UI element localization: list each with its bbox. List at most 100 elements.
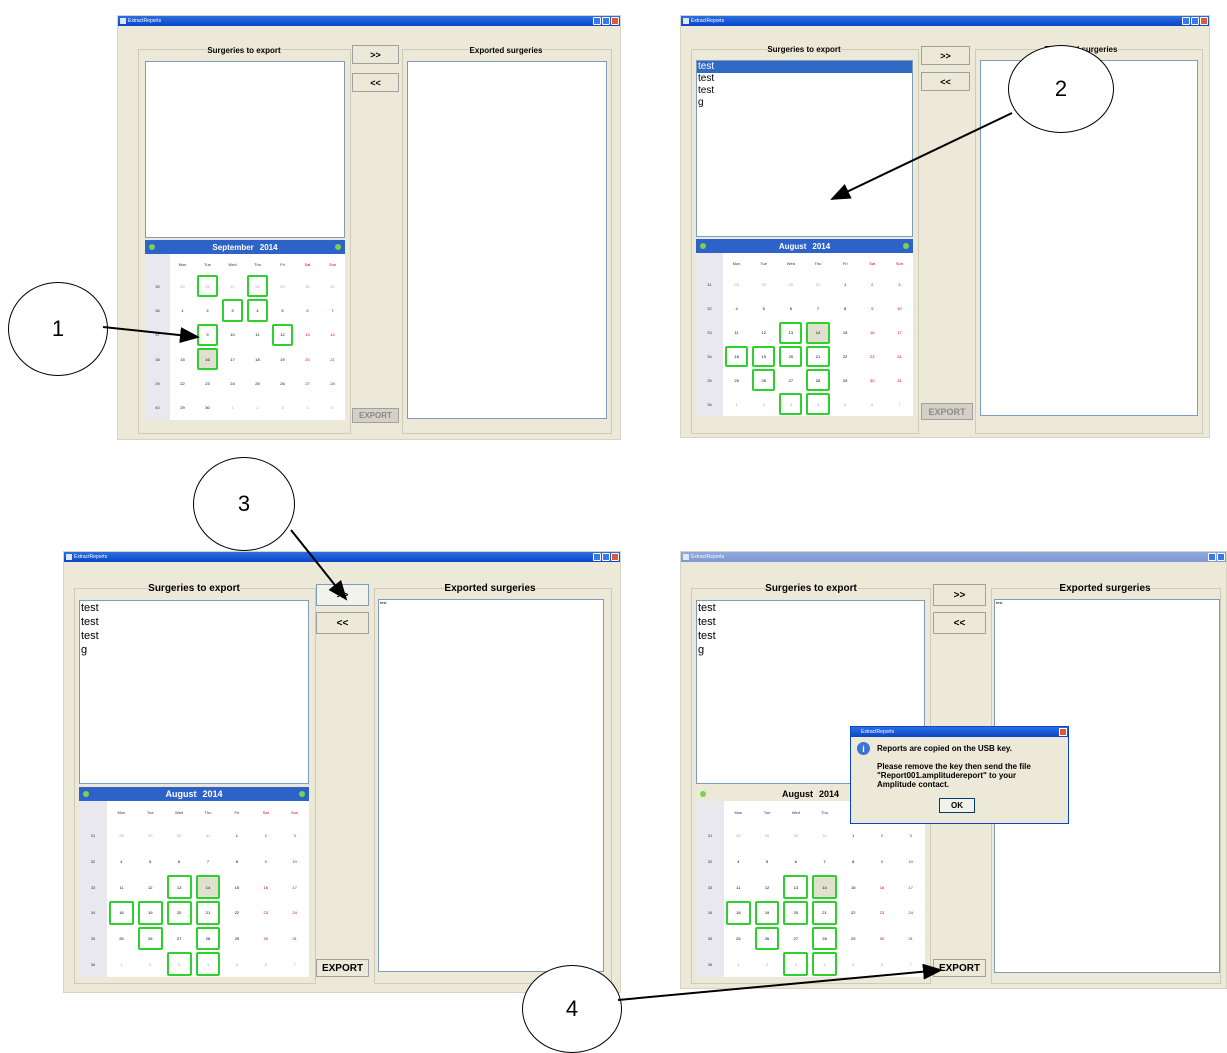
calendar-day[interactable]: 25: [109, 927, 134, 951]
calendar-month[interactable]: August: [779, 242, 807, 251]
calendar-day[interactable]: 5: [834, 393, 857, 415]
calendar-day[interactable]: 8: [172, 324, 193, 346]
calendar-day[interactable]: 28: [195, 926, 221, 951]
calendar-day[interactable]: 13: [783, 875, 809, 899]
calendar-day[interactable]: 19: [752, 345, 776, 368]
remove-button[interactable]: <<: [352, 73, 399, 92]
calendar-day[interactable]: 17: [222, 348, 243, 370]
calendar-day[interactable]: 4: [247, 299, 268, 322]
calendar-day[interactable]: 1: [109, 952, 134, 976]
calendar-day[interactable]: 6: [253, 952, 278, 976]
calendar-day[interactable]: 24: [888, 346, 911, 368]
calendar-day[interactable]: 5: [138, 850, 163, 874]
remove-button[interactable]: <<: [933, 612, 986, 634]
calendar-year[interactable]: 2014: [819, 789, 839, 799]
export-button[interactable]: EXPORT: [352, 408, 399, 423]
calendar-day[interactable]: 12: [138, 875, 163, 899]
calendar-day[interactable]: 14: [806, 321, 830, 344]
calendar-month[interactable]: September: [212, 243, 253, 252]
calendar-day[interactable]: 1: [172, 299, 193, 321]
calendar-day[interactable]: 2: [138, 952, 163, 976]
calendar-day[interactable]: 29: [841, 927, 866, 951]
calendar-day[interactable]: 2: [870, 824, 895, 848]
calendar-day[interactable]: 3: [888, 274, 911, 296]
calendar-day[interactable]: 20: [297, 348, 318, 370]
calendar-day[interactable]: 16: [870, 875, 895, 899]
minimize-icon[interactable]: [1182, 17, 1190, 25]
list-item[interactable]: test: [697, 601, 924, 615]
add-button[interactable]: >>: [352, 45, 399, 64]
calendar-day[interactable]: 13: [779, 321, 803, 344]
calendar-day[interactable]: 28: [725, 274, 748, 296]
calendar-day[interactable]: 16: [861, 322, 884, 344]
list-item[interactable]: test: [80, 615, 308, 629]
calendar-day[interactable]: 20: [166, 900, 192, 925]
ok-button[interactable]: OK: [939, 798, 975, 813]
calendar-day[interactable]: 27: [167, 927, 192, 951]
calendar-day[interactable]: 7: [812, 850, 837, 874]
calendar-day[interactable]: 26: [197, 275, 218, 298]
export-button[interactable]: EXPORT: [921, 403, 973, 420]
export-button[interactable]: EXPORT: [316, 959, 369, 977]
calendar-day[interactable]: 2: [253, 824, 278, 848]
calendar-day[interactable]: 21: [806, 345, 830, 368]
export-button[interactable]: EXPORT: [933, 959, 986, 977]
calendar-day[interactable]: 12: [755, 875, 780, 899]
calendar-day[interactable]: 8: [834, 298, 857, 320]
calendar-day[interactable]: 29: [138, 824, 163, 848]
calendar-day[interactable]: 5: [322, 397, 343, 419]
calendar-day[interactable]: 9: [861, 298, 884, 320]
calendar-day[interactable]: 27: [779, 369, 802, 391]
minimize-icon[interactable]: [593, 553, 601, 561]
calendar-day[interactable]: 14: [812, 875, 837, 899]
calendar-day[interactable]: 11: [725, 322, 748, 344]
calendar-day[interactable]: 2: [755, 952, 780, 976]
calendar-day[interactable]: 18: [109, 900, 134, 925]
exported-listbox[interactable]: test: [378, 599, 604, 972]
calendar-day[interactable]: 2: [197, 299, 218, 321]
add-button[interactable]: >>: [933, 584, 986, 606]
calendar-day[interactable]: 1: [222, 397, 243, 419]
calendar-day[interactable]: 25: [247, 372, 268, 394]
calendar-year[interactable]: 2014: [202, 789, 222, 799]
calendar-day[interactable]: 1: [725, 393, 748, 415]
calendar-day[interactable]: 26: [752, 369, 776, 392]
calendar-day[interactable]: 8: [841, 850, 866, 874]
list-item[interactable]: test: [697, 629, 924, 643]
calendar-day[interactable]: 5: [752, 298, 775, 320]
list-item[interactable]: test: [995, 600, 1219, 606]
next-month-icon[interactable]: [335, 244, 341, 250]
calendar-day[interactable]: 19: [137, 900, 163, 925]
calendar-day[interactable]: 18: [725, 345, 749, 368]
calendar-day[interactable]: 31: [196, 824, 221, 848]
next-month-icon[interactable]: [299, 791, 305, 797]
calendar-day[interactable]: 31: [898, 927, 923, 951]
calendar-day[interactable]: 31: [322, 275, 343, 297]
calendar-day[interactable]: 20: [783, 900, 809, 925]
calendar-day[interactable]: 30: [197, 397, 218, 419]
calendar-day[interactable]: 17: [898, 875, 923, 899]
calendar-day[interactable]: 28: [726, 824, 751, 848]
calendar-day[interactable]: 14: [195, 875, 221, 899]
calendar-day[interactable]: 24: [222, 372, 243, 394]
list-item[interactable]: test: [80, 629, 308, 643]
close-icon[interactable]: [611, 17, 619, 25]
calendar-day[interactable]: 30: [779, 274, 802, 296]
add-button[interactable]: >>: [921, 46, 970, 65]
calendar-day[interactable]: 27: [222, 275, 243, 297]
calendar-day[interactable]: 3: [282, 824, 307, 848]
calendar-day[interactable]: 2: [247, 397, 268, 419]
calendar-day[interactable]: 1: [841, 824, 866, 848]
list-item[interactable]: test: [80, 601, 308, 615]
calendar-day[interactable]: 29: [755, 824, 780, 848]
calendar-day[interactable]: 13: [297, 324, 318, 346]
calendar-day[interactable]: 30: [297, 275, 318, 297]
calendar-day[interactable]: 22: [834, 346, 857, 368]
calendar-day[interactable]: 26: [137, 926, 163, 951]
calendar-day[interactable]: 12: [272, 323, 293, 346]
calendar-day[interactable]: 1: [726, 952, 751, 976]
calendar-day[interactable]: 6: [783, 850, 808, 874]
calendar-day[interactable]: 15: [224, 875, 249, 899]
calendar-day[interactable]: 17: [282, 875, 307, 899]
calendar-day[interactable]: 4: [297, 397, 318, 419]
